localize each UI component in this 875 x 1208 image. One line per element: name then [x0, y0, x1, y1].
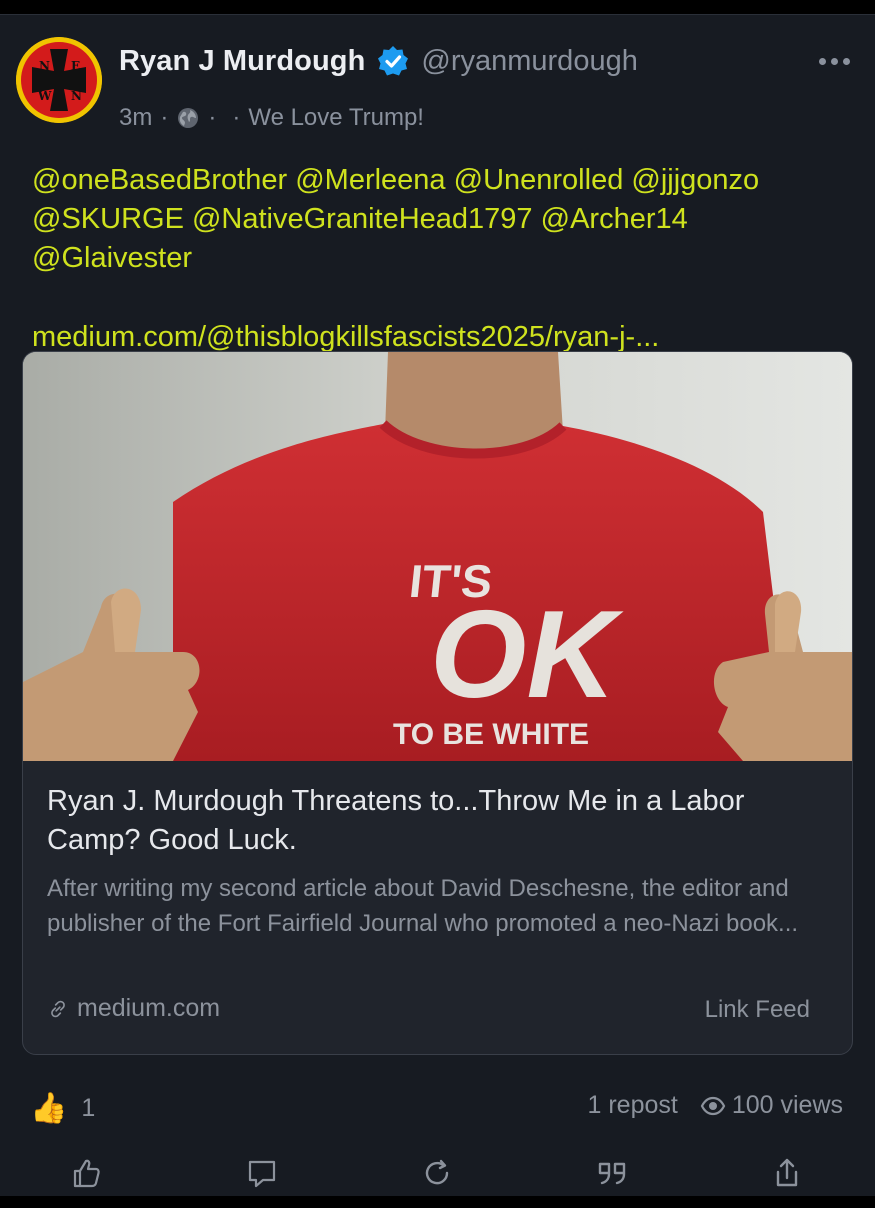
- meta-separator: ·: [160, 104, 169, 131]
- image-text-line3: TO BE WHITE: [393, 718, 589, 751]
- thumbs-up-emoji-icon: 👍: [30, 1092, 68, 1125]
- link-card-description: After writing my second article about Da…: [47, 875, 799, 937]
- link-icon: [51, 1000, 65, 1017]
- link-card-title: Ryan J. Murdough Threatens to...Throw Me…: [47, 785, 745, 856]
- mention-link[interactable]: @Merleena: [295, 164, 445, 196]
- link-card-domain: medium.com: [47, 994, 220, 1023]
- author-handle[interactable]: @ryanmurdough: [421, 45, 637, 78]
- more-options-icon[interactable]: [817, 49, 851, 73]
- avatar-letter-n2: N: [71, 89, 82, 103]
- link-card-domain-text: medium.com: [77, 994, 221, 1022]
- like-count: 1: [81, 1094, 96, 1122]
- avatar-letter-e: E: [71, 59, 80, 73]
- post-meta: 3m · · · We Love Trump!: [119, 101, 424, 135]
- reply-icon[interactable]: [242, 1153, 282, 1193]
- mention-link[interactable]: @Unenrolled: [454, 164, 624, 196]
- view-count: 100 views: [731, 1091, 843, 1119]
- link-preview-card[interactable]: IT'S OK TO BE WHITE Ryan J. Murdough Thr…: [22, 351, 853, 1055]
- quote-icon[interactable]: [592, 1153, 632, 1193]
- reactions-summary[interactable]: 👍 1: [30, 1091, 95, 1126]
- post-time: 3m: [119, 104, 153, 131]
- mention-link[interactable]: @Glaivester: [32, 242, 192, 274]
- action-bar: [0, 1153, 875, 1193]
- avatar-emblem: N E W N: [16, 37, 102, 123]
- meta-separator-3: ·: [232, 104, 241, 131]
- engagement-stats: 1 repost 100 views: [587, 1091, 843, 1120]
- mention-link[interactable]: @jjjgonzo: [631, 164, 759, 196]
- post-body: @oneBasedBrother @Merleena @Unenrolled @…: [32, 161, 842, 278]
- author-display-name[interactable]: Ryan J Murdough: [119, 45, 365, 78]
- link-feed-button[interactable]: Link Feed: [705, 996, 810, 1024]
- mention-link[interactable]: @oneBasedBrother: [32, 164, 287, 196]
- repost-icon[interactable]: [417, 1153, 457, 1193]
- meta-separator-2: ·: [208, 104, 217, 131]
- avatar-letter-w: W: [37, 89, 52, 103]
- mention-link[interactable]: @NativeGraniteHead1797: [192, 203, 533, 235]
- author-row: Ryan J Murdough @ryanmurdough: [119, 41, 638, 81]
- avatar[interactable]: N E W N: [16, 37, 102, 123]
- avatar-letter-n: N: [39, 59, 50, 73]
- repost-count[interactable]: 1 repost: [587, 1091, 677, 1120]
- eye-icon: [700, 1096, 726, 1115]
- like-icon[interactable]: [66, 1153, 106, 1193]
- mention-link[interactable]: @SKURGE: [32, 203, 184, 235]
- share-icon[interactable]: [767, 1153, 807, 1193]
- mention-link[interactable]: @Archer14: [541, 203, 688, 235]
- link-preview-image: IT'S OK TO BE WHITE: [23, 352, 852, 761]
- post-container: N E W N Ryan J Murdough @ryanmurdough 3m…: [0, 14, 875, 1196]
- post-status: We Love Trump!: [248, 104, 424, 131]
- globe-icon: [176, 106, 200, 130]
- image-text-line2: OK: [430, 586, 624, 724]
- verified-badge-icon: [377, 45, 409, 77]
